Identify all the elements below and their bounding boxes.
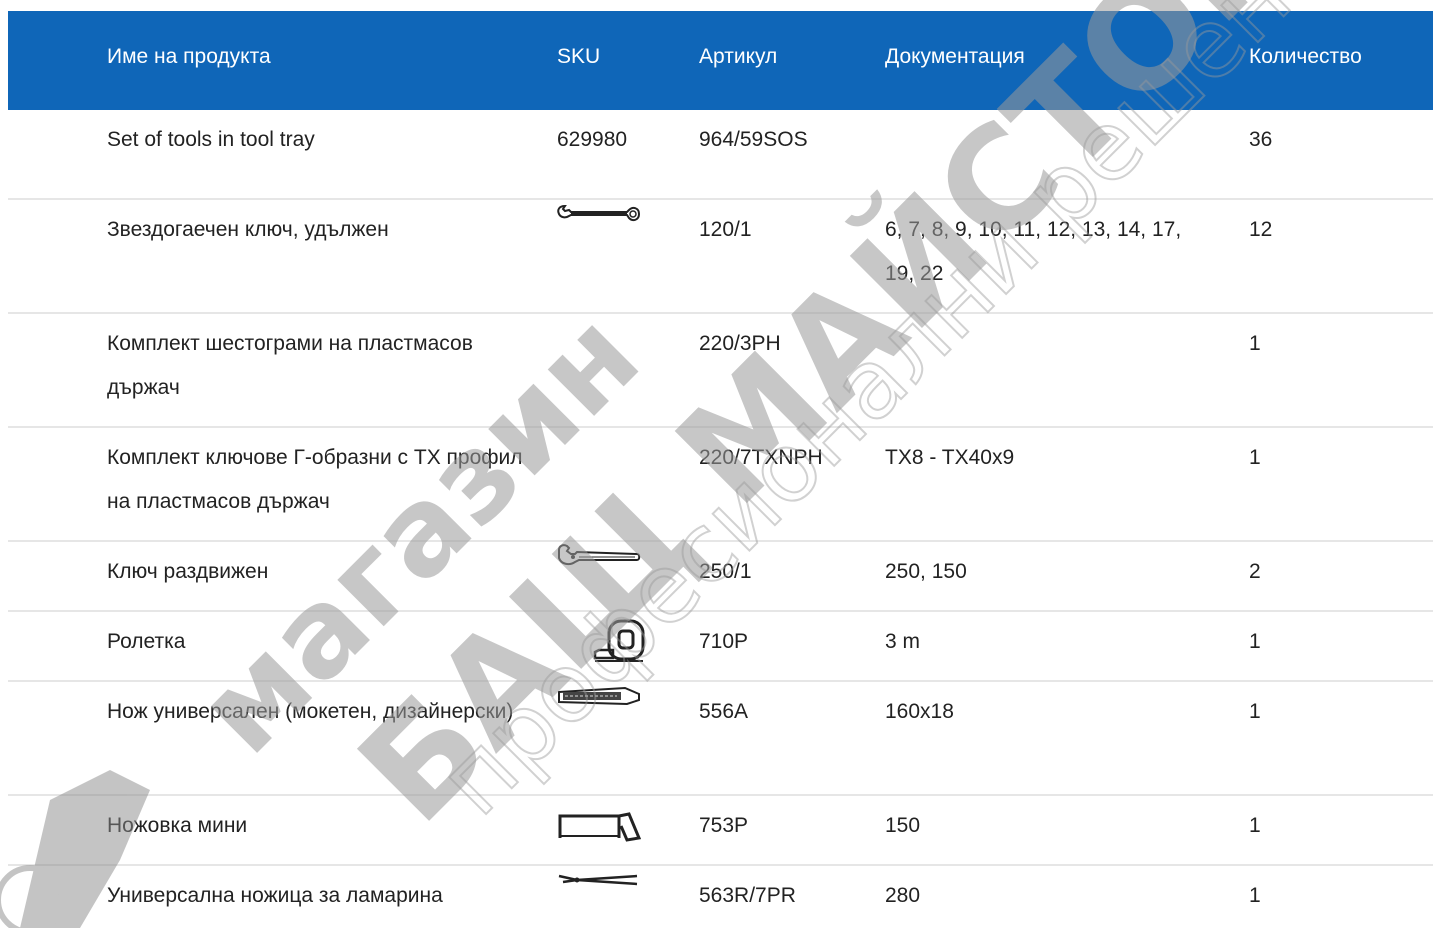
table-row: Ключ раздвижен 250/1 250, 150 2 — [8, 542, 1433, 612]
quantity: 12 — [1249, 218, 1273, 241]
documentation: 280 — [885, 884, 921, 907]
header-article[interactable]: Артикул — [699, 36, 869, 78]
quantity: 1 — [1249, 700, 1261, 723]
product-name: Ролетка — [107, 630, 186, 653]
mini-hacksaw-icon — [557, 810, 667, 844]
article-code: 556A — [699, 700, 749, 723]
quantity: 1 — [1249, 814, 1261, 837]
adjustable-wrench-icon — [557, 542, 667, 572]
header-documentation[interactable]: Документация — [885, 36, 1215, 78]
product-name: Ножовка мини — [107, 814, 248, 837]
article-code: 563R/7PR — [699, 884, 796, 907]
documentation: 160x18 — [885, 700, 954, 723]
product-name: Нож универсален (мокетен, дизайнерски) — [107, 700, 514, 723]
documentation: 6, 7, 8, 9, 10, 11, 12, 13, 14, 17, 19, … — [885, 218, 1182, 285]
header-quantity[interactable]: Количество — [1249, 36, 1409, 78]
sku-value: 629980 — [557, 128, 628, 151]
product-name: Универсална ножица за ламарина — [107, 884, 443, 907]
quantity: 36 — [1249, 128, 1273, 151]
tape-measure-icon — [591, 618, 701, 664]
product-name: Звездогаечен ключ, удължен — [107, 218, 389, 241]
tools-table: Име на продукта SKU Артикул Документация… — [8, 11, 1433, 932]
article-code: 120/1 — [699, 218, 752, 241]
documentation: 250, 150 — [885, 560, 967, 583]
article-code: 220/3PH — [699, 332, 781, 355]
quantity: 1 — [1249, 630, 1261, 653]
product-name: Комплект шестограми на пластмасов държач — [107, 332, 473, 399]
table-row: Нож универсален (мокетен, дизайнерски) 5… — [8, 682, 1433, 796]
table-row: Ролетка 710P 3 m 1 — [8, 612, 1433, 682]
header-product-name[interactable]: Име на продукта — [107, 36, 537, 78]
table-row: Комплект шестограми на пластмасов държач… — [8, 314, 1433, 428]
article-code: 964/59SOS — [699, 128, 808, 151]
documentation: 150 — [885, 814, 921, 837]
table-header: Име на продукта SKU Артикул Документация… — [8, 11, 1433, 110]
product-name: Комплект ключове Г-образни с TX профил н… — [107, 446, 523, 513]
quantity: 1 — [1249, 332, 1261, 355]
quantity: 1 — [1249, 446, 1261, 469]
utility-knife-icon — [557, 682, 667, 712]
table-row: Звездогаечен ключ, удължен 120/1 6, 7, 8… — [8, 200, 1433, 314]
product-name: Ключ раздвижен — [107, 560, 269, 583]
documentation: TX8 - TX40x9 — [885, 446, 1015, 469]
article-code: 710P — [699, 630, 749, 653]
quantity: 2 — [1249, 560, 1261, 583]
combination-wrench-icon — [557, 200, 667, 230]
article-code: 753P — [699, 814, 749, 837]
table-row: Универсална ножица за ламарина 563R/7PR … — [8, 866, 1433, 932]
header-sku[interactable]: SKU — [557, 36, 667, 78]
documentation: 3 m — [885, 630, 921, 653]
article-code: 220/7TXNPH — [699, 446, 823, 469]
table-row: Ножовка мини 753P 150 1 — [8, 796, 1433, 866]
table-row: Комплект ключове Г-образни с TX профил н… — [8, 428, 1433, 542]
quantity: 1 — [1249, 884, 1261, 907]
table-row: Set of tools in tool tray 629980 964/59S… — [8, 110, 1433, 200]
product-name: Set of tools in tool tray — [107, 128, 315, 151]
tin-snips-icon — [557, 866, 667, 896]
article-code: 250/1 — [699, 560, 752, 583]
